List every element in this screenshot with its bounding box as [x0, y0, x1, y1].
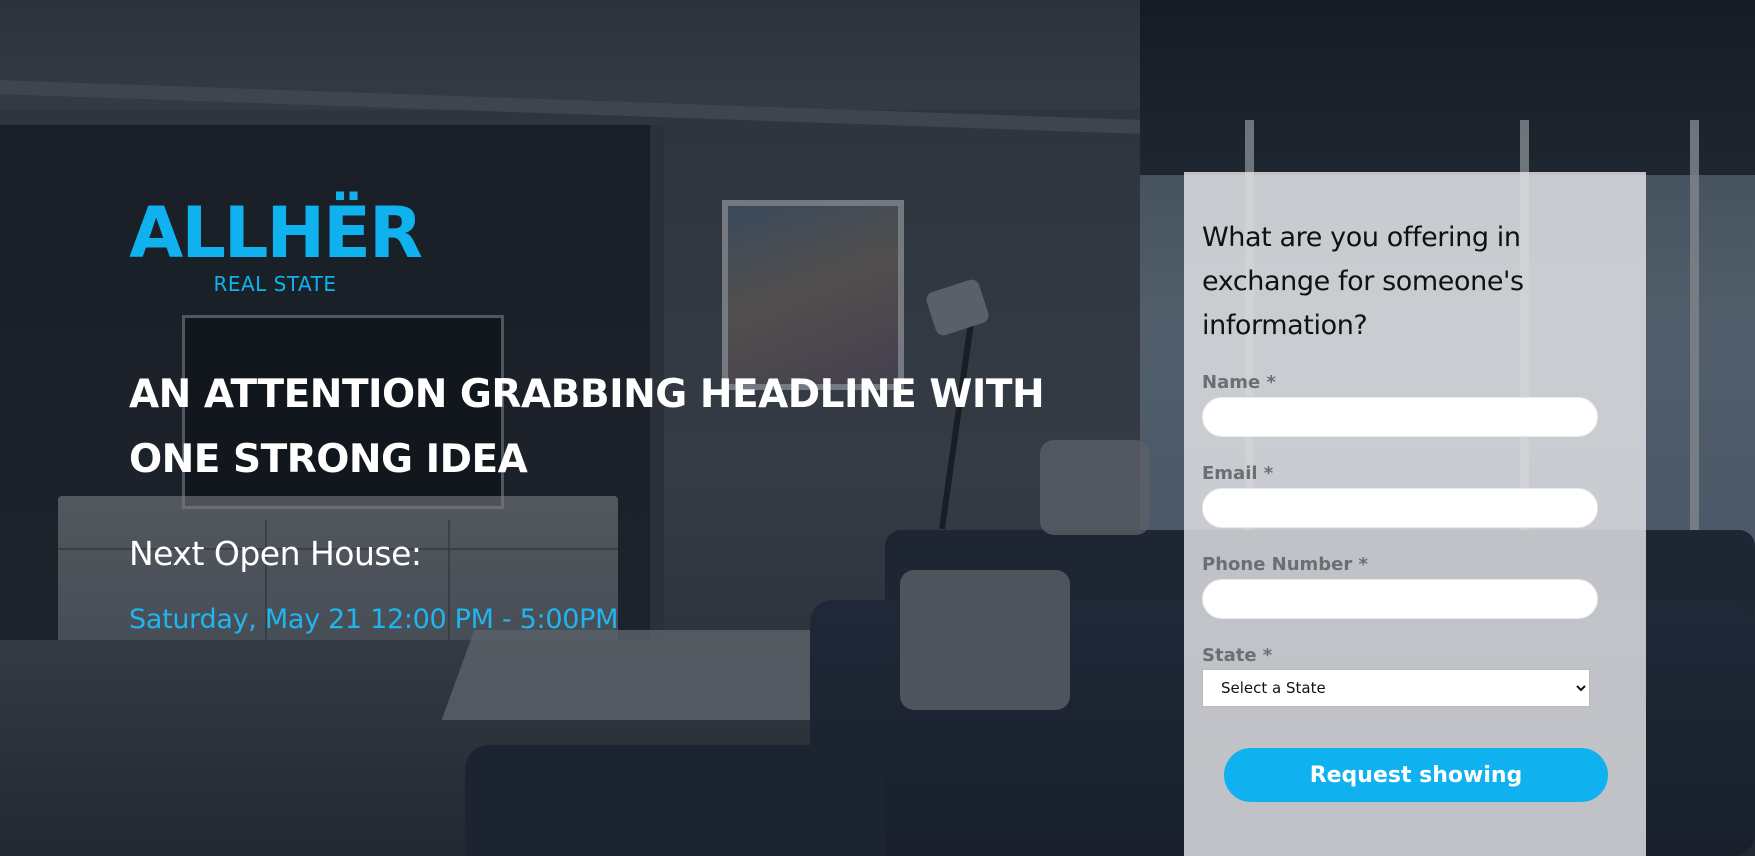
- state-label: State *: [1202, 645, 1273, 666]
- email-field[interactable]: [1202, 488, 1598, 528]
- request-showing-button[interactable]: Request showing: [1224, 748, 1608, 802]
- phone-field[interactable]: [1202, 579, 1598, 619]
- form-heading: What are you offering in exchange for so…: [1202, 222, 1524, 341]
- logo-tagline: REAL STATE: [213, 272, 337, 296]
- name-label: Name *: [1202, 372, 1276, 393]
- state-select[interactable]: Select a State: [1202, 669, 1590, 707]
- phone-label: Phone Number *: [1202, 554, 1368, 575]
- logo-wordmark: ALLHËR: [129, 192, 423, 274]
- open-house-date: Saturday, May 21 12:00 PM - 5:00PM: [129, 604, 619, 635]
- brand-logo[interactable]: ALLHËR REAL STATE: [129, 192, 423, 296]
- email-label: Email *: [1202, 463, 1274, 484]
- lead-form: What are you offering in exchange for so…: [1184, 172, 1646, 856]
- open-house-label: Next Open House:: [129, 534, 422, 573]
- name-field[interactable]: [1202, 397, 1598, 437]
- hero-headline: AN ATTENTION GRABBING HEADLINE WITH ONE …: [129, 372, 1045, 482]
